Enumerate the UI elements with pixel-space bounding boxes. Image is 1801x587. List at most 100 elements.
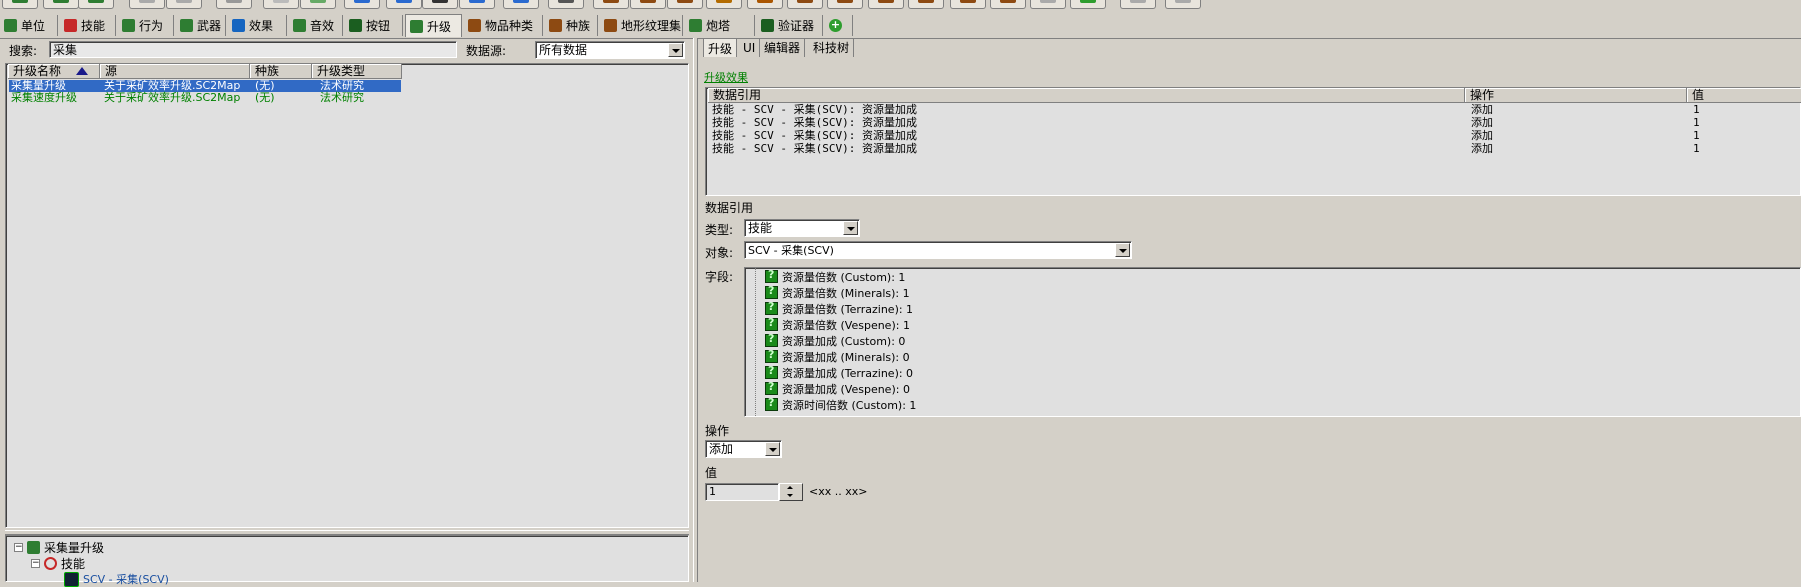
toolbar-icon [469, 0, 485, 3]
col-header-data-ref[interactable]: 数据引用 [708, 88, 1465, 103]
toolbar-button[interactable] [300, 0, 336, 9]
list-item[interactable]: 资源量倍数 (Custom): 1 [765, 268, 906, 284]
field-label: 资源时间倍数 (Custom): 1 [782, 398, 917, 412]
tab-button[interactable]: 按钮 [345, 15, 403, 36]
tab-label: 行为 [139, 19, 164, 33]
toolbar-button[interactable] [129, 0, 165, 9]
upgrade-source: 关于采矿效率升级.SC2Map [104, 91, 241, 104]
effect-ref: 技能 - SCV - 采集(SCV): 资源量加成 [712, 103, 917, 116]
list-item[interactable]: 资源量加成 (Vespene): 0 [765, 380, 910, 396]
search-input[interactable]: 采集 [49, 41, 457, 58]
tab-item-class[interactable]: 物品种类 [464, 15, 543, 36]
table-row[interactable]: 技能 - SCV - 采集(SCV): 资源量加成 添加 1 [709, 130, 1800, 142]
toolbar-button[interactable] [422, 0, 458, 9]
table-row[interactable]: 技能 - SCV - 采集(SCV): 资源量加成 添加 1 [709, 143, 1800, 155]
target-select[interactable]: SCV - 采集(SCV) [744, 241, 1132, 259]
list-item[interactable]: 资源量加成 (Terrazine): 0 [765, 364, 913, 380]
toolbar-button[interactable] [593, 0, 629, 9]
collapse-icon[interactable]: − [31, 559, 40, 568]
tree-leaf[interactable]: SCV - 采集(SCV) [64, 571, 169, 587]
tree-root[interactable]: − 采集量升级 [14, 539, 104, 556]
toolbar-button[interactable] [548, 0, 584, 9]
upgrade-effects-link[interactable]: 升级效果 [704, 69, 748, 85]
toolbar-icon [640, 0, 656, 3]
field-label: 资源量倍数 (Custom): 1 [782, 270, 906, 284]
toolbar-icon [53, 0, 69, 3]
effects-table[interactable]: 数据引用 操作 值 技能 - SCV - 采集(SCV): 资源量加成 添加 1 技能… [705, 87, 1801, 196]
spin-up-icon[interactable] [787, 486, 793, 489]
type-label: 类型: [705, 223, 734, 237]
toolbar-button[interactable] [216, 0, 252, 9]
chevron-down-icon[interactable] [843, 221, 858, 235]
list-item[interactable]: 资源量倍数 (Minerals): 1 [765, 284, 910, 300]
tab-upgrade[interactable]: 升级 [405, 14, 462, 37]
toolbar-button[interactable] [630, 0, 666, 9]
type-select[interactable]: 技能 [744, 219, 860, 237]
effect-ref: 技能 - SCV - 采集(SCV): 资源量加成 [712, 116, 917, 129]
list-item[interactable]: 资源量倍数 (Terrazine): 1 [765, 300, 913, 316]
operation-select[interactable]: 添加 [705, 440, 782, 458]
toolbar-button[interactable] [503, 0, 539, 9]
tab-editor[interactable]: 编辑器 [760, 38, 806, 57]
upgrade-name: 采集速度升级 [11, 91, 77, 104]
tab-upgrade[interactable]: 升级 [703, 38, 738, 57]
chevron-down-icon[interactable] [1115, 243, 1130, 257]
col-header-race[interactable]: 种族 [250, 64, 312, 79]
tab-label: 种族 [566, 19, 591, 33]
col-header-source[interactable]: 源 [100, 64, 250, 79]
field-icon [765, 268, 778, 283]
tab-effect[interactable]: 效果 [228, 15, 287, 36]
list-item[interactable]: 资源量加成 (Custom): 0 [765, 332, 905, 348]
collapse-icon[interactable]: − [14, 543, 23, 552]
table-row[interactable]: 采集速度升级 关于采矿效率升级.SC2Map (无) 法术研究 [9, 92, 401, 104]
tab-unit[interactable]: 单位 [0, 15, 58, 36]
upgrade-list[interactable]: 升级名称 源 种族 升级类型 采集量升级 关于采矿效率升级.SC2Map (无)… [5, 63, 689, 528]
list-item[interactable]: 资源量加成 (Minerals): 0 [765, 348, 910, 364]
tab-sound[interactable]: 音效 [289, 15, 343, 36]
button-icon [349, 19, 362, 32]
col-header-name[interactable]: 升级名称 [8, 64, 100, 79]
spin-down-icon[interactable] [787, 494, 793, 497]
tab-weapon[interactable]: 武器 [176, 15, 226, 36]
tree-child-label: 技能 [61, 557, 86, 571]
fields-list[interactable]: 资源量倍数 (Custom): 1 资源量倍数 (Minerals): 1 资源量倍… [744, 267, 1801, 417]
col-header-operation[interactable]: 操作 [1465, 88, 1687, 103]
tab-label: 地形纹理集 [621, 19, 682, 33]
source-label: 数据源: [466, 44, 507, 58]
toolbar-button[interactable] [386, 0, 422, 9]
field-icon [765, 332, 778, 347]
tab-ability[interactable]: 技能 [60, 15, 116, 36]
upgrade-type: 法术研究 [320, 91, 364, 104]
tab-race[interactable]: 种族 [545, 15, 598, 36]
toolbar-button[interactable] [2, 0, 38, 9]
col-header-type[interactable]: 升级类型 [312, 64, 402, 79]
operation-select-value: 添加 [709, 442, 734, 456]
toolbar-button[interactable] [263, 0, 299, 9]
value-spinner[interactable] [779, 483, 803, 501]
list-item[interactable]: 资源时间倍数 (Custom): 1 [765, 396, 917, 412]
list-item[interactable]: 资源量倍数 (Vespene): 1 [765, 316, 910, 332]
toolbar-button[interactable] [344, 0, 380, 9]
table-row[interactable]: 技能 - SCV - 采集(SCV): 资源量加成 添加 1 [709, 104, 1800, 116]
tree-child[interactable]: − 技能 [31, 555, 85, 572]
effect-op: 添加 [1471, 103, 1493, 116]
tab-behavior[interactable]: 行为 [118, 15, 174, 36]
source-select[interactable]: 所有数据 [535, 41, 685, 59]
source-select-value: 所有数据 [539, 43, 588, 57]
tab-ui[interactable]: UI [739, 38, 761, 57]
dependency-tree[interactable]: − 采集量升级 − 技能 SCV - 采集(SCV) [5, 535, 689, 587]
chevron-down-icon[interactable] [668, 43, 683, 57]
value-input[interactable]: 1 [705, 483, 779, 501]
chevron-down-icon[interactable] [765, 442, 780, 456]
operation-label: 操作 [705, 424, 730, 438]
toolbar-button[interactable] [459, 0, 495, 9]
table-row[interactable]: 技能 - SCV - 采集(SCV): 资源量加成 添加 1 [709, 117, 1800, 129]
col-header-value[interactable]: 值 [1687, 88, 1801, 103]
tab-tech-tree[interactable]: 科技树 [809, 38, 855, 57]
toolbar-button[interactable] [166, 0, 202, 9]
tab-terrain-texture[interactable]: 地形纹理集 [600, 15, 683, 36]
toolbar-button[interactable] [78, 0, 114, 9]
fields-label: 字段: [705, 270, 734, 284]
toolbar-button[interactable] [43, 0, 79, 9]
field-icon [765, 348, 778, 363]
